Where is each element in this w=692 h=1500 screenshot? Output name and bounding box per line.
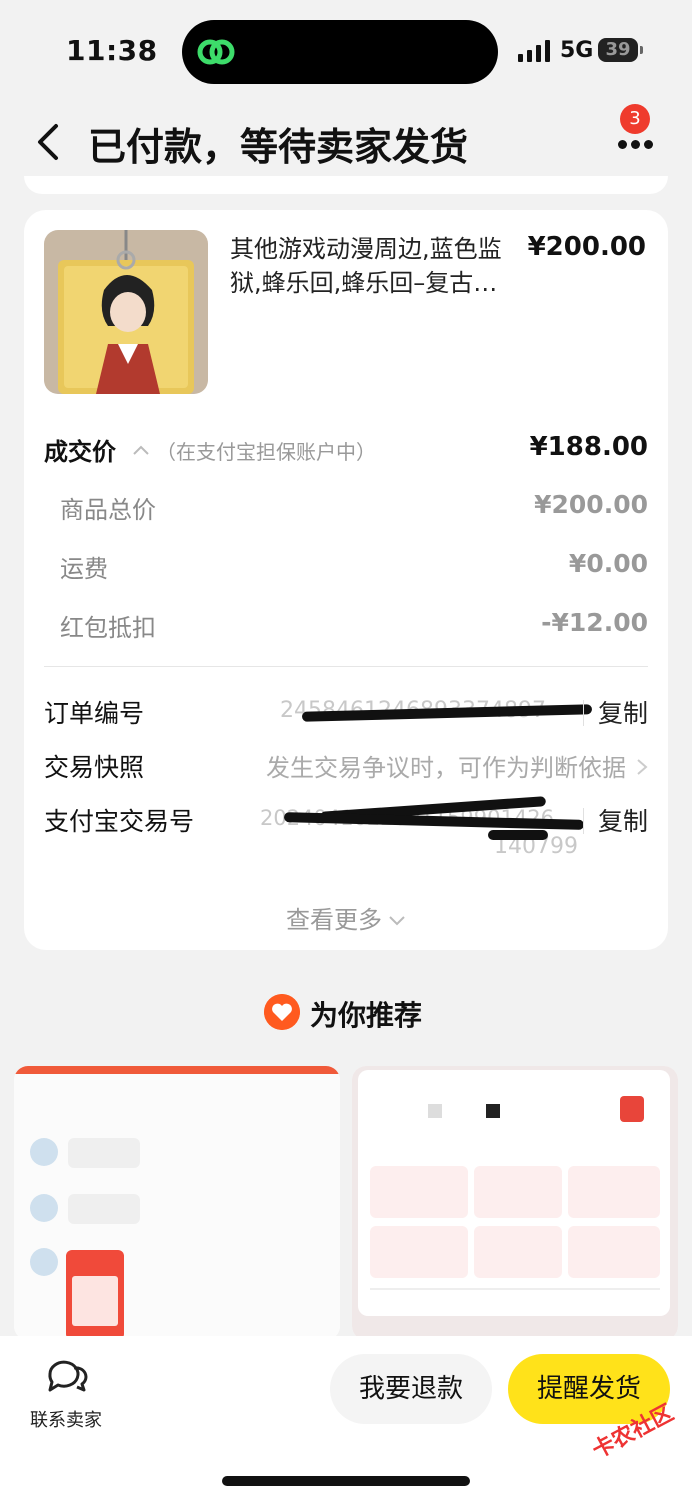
dynamic-island [182,20,498,84]
divider [44,666,648,667]
link-icon [197,39,235,65]
bottom-action-bar: 联系卖家 我要退款 提醒发货 [0,1336,692,1500]
price-item-value: ¥0.00 [568,549,648,578]
chat-bubble-icon [48,1360,88,1392]
refund-button[interactable]: 我要退款 [330,1354,492,1424]
order-number-row: 订单编号 2458461246893374897 复制 [44,694,648,734]
notification-badge: 3 [620,104,650,134]
recommend-title: 为你推荐 [310,999,423,1032]
product-price: ¥200.00 [527,232,646,262]
deal-price-note: （在支付宝担保账户中） [156,440,376,464]
redaction-scribble [488,830,548,840]
heart-icon [264,994,300,1030]
deal-price-value: ¥188.00 [529,432,648,462]
deal-price-row[interactable]: 成交价 （在支付宝担保账户中） ¥188.00 [44,432,648,472]
trade-snapshot-label: 交易快照 [44,753,145,782]
back-arrow-icon[interactable] [30,120,70,164]
recommend-item-image[interactable] [14,1066,340,1340]
trade-snapshot-row[interactable]: 交易快照 发生交易争议时，可作为判断依据 [44,748,648,788]
trade-snapshot-hint: 发生交易争议时，可作为判断依据 [266,754,626,782]
order-card: 其他游戏动漫周边,蓝色监狱,蜂乐回,蜂乐回–复古… ¥200.00 成交价 （在… [24,210,668,950]
chevron-up-icon[interactable] [132,444,150,456]
price-item-label: 商品总价 [60,496,156,524]
order-number-label: 订单编号 [44,699,145,728]
product-title[interactable]: 其他游戏动漫周边,蓝色监狱,蜂乐回,蜂乐回–复古… [230,232,530,300]
copy-order-number-button[interactable]: 复制 [598,694,648,730]
more-menu-button[interactable]: 3 [612,104,662,162]
see-more-button[interactable]: 查看更多 [24,900,668,935]
see-more-label: 查看更多 [286,906,382,934]
more-dots-icon [618,138,657,152]
contact-seller-button[interactable]: 联系卖家 [26,1356,106,1432]
network-type: 5G [560,38,594,63]
alipay-trade-number-cont: 140799 [44,830,648,874]
contact-seller-label: 联系卖家 [30,1410,102,1431]
signal-icon [518,40,550,62]
status-time: 11:38 [66,34,158,67]
home-indicator[interactable] [222,1476,470,1486]
separator [583,808,584,834]
product-image[interactable] [44,230,208,394]
recommend-item-image[interactable] [352,1066,678,1340]
status-bar: 11:38 5G 39 [0,0,692,100]
price-item-row: 红包抵扣 -¥12.00 [44,608,648,648]
page-title: 已付款，等待卖家发货 [88,125,469,169]
price-item-value: ¥200.00 [534,490,648,519]
separator [583,700,584,726]
chevron-right-icon [637,759,648,775]
previous-card-edge [24,176,668,194]
price-item-row: 运费 ¥0.00 [44,549,648,589]
price-item-row: 商品总价 ¥200.00 [44,490,648,530]
price-item-label: 运费 [60,555,108,583]
copy-alipay-number-button[interactable]: 复制 [598,802,648,838]
price-item-label: 红包抵扣 [60,614,156,642]
deal-price-label: 成交价 [44,438,116,466]
price-item-value: -¥12.00 [541,608,648,637]
alipay-trade-number-label: 支付宝交易号 [44,807,195,836]
chevron-down-icon [389,916,405,926]
battery-icon: 39 [598,38,643,62]
